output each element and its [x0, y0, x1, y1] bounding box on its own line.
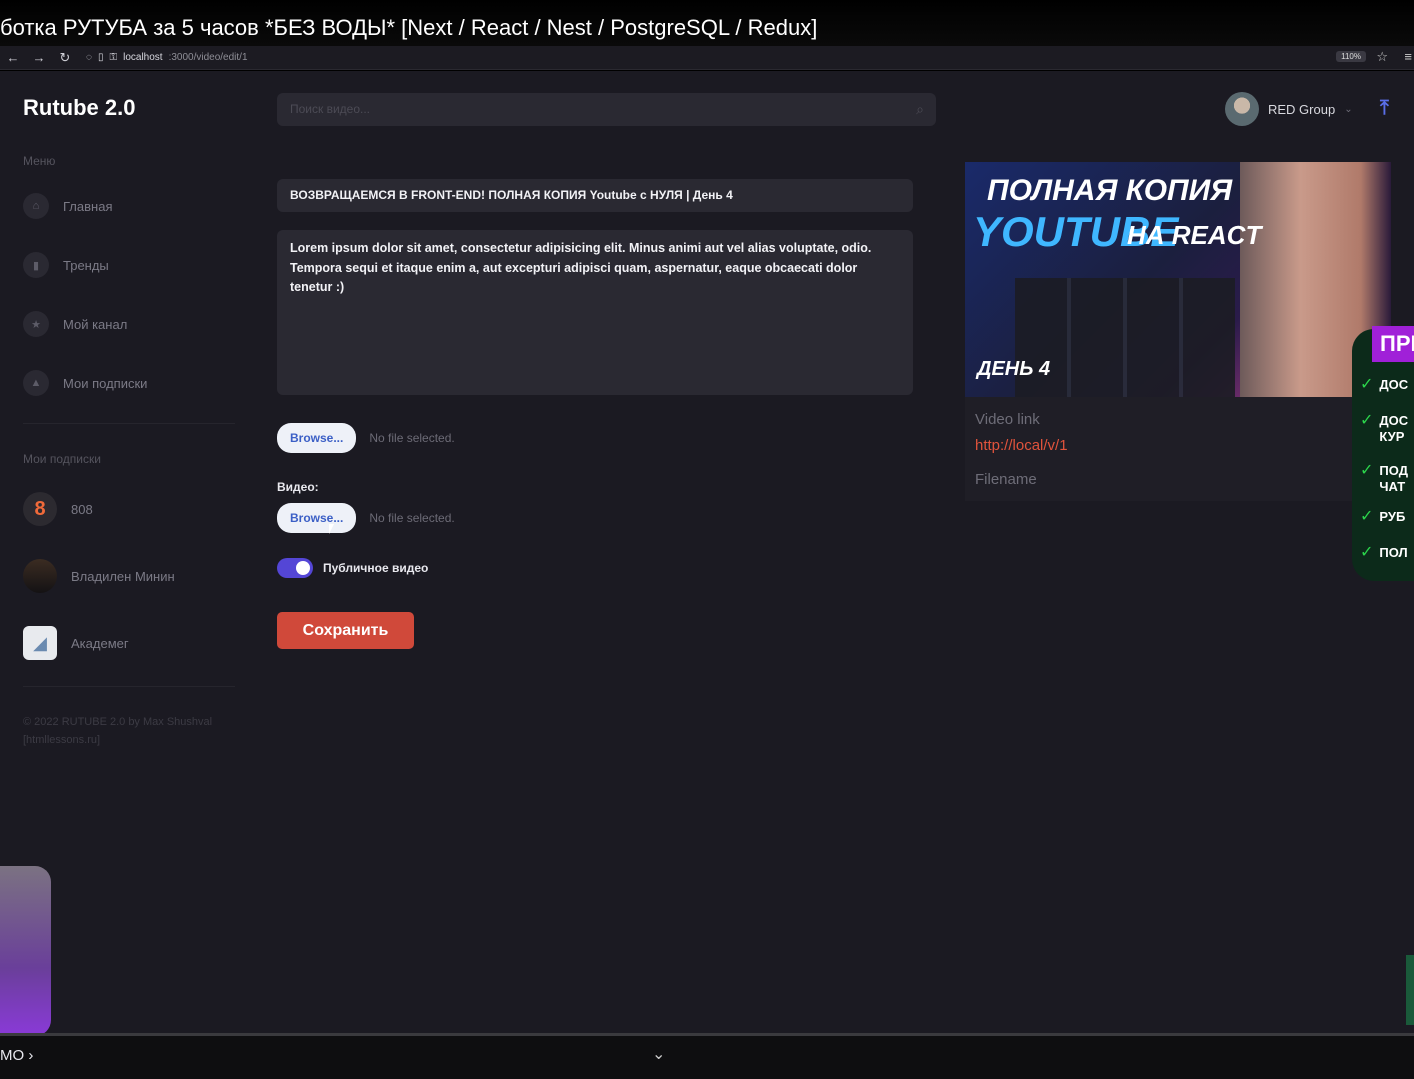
subscription-akademeg[interactable]: ◢ Академег — [23, 626, 129, 660]
chevron-down-icon: ⌄ — [1344, 103, 1353, 115]
promo-item-text: РУБ — [1379, 509, 1406, 524]
back-icon[interactable]: ← — [0, 50, 26, 65]
sidebar-item-subscriptions[interactable]: ▲ Мои подписки — [23, 370, 147, 396]
sidebar-item-label: Тренды — [63, 257, 109, 273]
toggle-knob — [296, 561, 310, 575]
bottom-left-label[interactable]: MO › — [0, 1047, 33, 1064]
browse-thumbnail-button[interactable]: Browse... — [277, 423, 357, 453]
promo-item-text: ДОС КУР — [1379, 413, 1409, 444]
avatar — [23, 559, 57, 593]
video-thumbnail: ПОЛНАЯ КОПИЯ YOUTUBE НА REACT ДЕНЬ 4 — [965, 162, 1391, 397]
thumbnail-file-input: Browse... No file selected. — [277, 423, 455, 453]
no-file-text: No file selected. — [369, 431, 455, 445]
sidebar-item-my-channel[interactable]: ★ Мой канал — [23, 311, 127, 337]
upload-icon[interactable]: ⤒ — [1380, 97, 1389, 120]
url-host: localhost — [123, 52, 163, 63]
promo-item: ✓ ДОС КУР — [1360, 412, 1409, 445]
sidebar-item-label: Главная — [63, 198, 113, 214]
forward-icon[interactable]: → — [26, 50, 52, 65]
edge-strip — [1406, 955, 1414, 1025]
promo-item-text: ПОД ЧАТ — [1379, 463, 1408, 494]
avatar: ◢ — [23, 626, 57, 660]
copyright-line: © 2022 RUTUBE 2.0 by Max Shushval — [23, 716, 213, 728]
video-file-input: Browse... No file selected. — [277, 503, 455, 533]
search-placeholder: Поиск видео... — [290, 102, 371, 116]
subscription-label: Владилен Минин — [71, 568, 175, 584]
divider — [23, 423, 235, 424]
promo-item: ✓ ПОЛ — [1360, 545, 1408, 561]
thumbnail-text: ДЕНЬ 4 — [977, 358, 1051, 380]
check-icon: ✓ — [1360, 508, 1374, 525]
menu-icon[interactable]: ≡ — [1404, 49, 1412, 64]
public-toggle-row: Публичное видео — [277, 558, 428, 578]
chart-icon: ▮ — [23, 252, 49, 278]
subscriptions-icon: ▲ — [23, 370, 49, 396]
save-button[interactable]: Сохранить — [277, 612, 414, 649]
check-icon: ✓ — [1360, 412, 1374, 429]
progress-bar[interactable] — [0, 1033, 1414, 1036]
subscription-808[interactable]: 8 808 — [23, 492, 93, 526]
chevron-down-icon[interactable]: ⌄ — [652, 1044, 665, 1064]
app: Rutube 2.0 Меню ⌂ Главная ▮ Тренды ★ Мой… — [0, 71, 1414, 1033]
profile-name: RED Group — [1268, 101, 1336, 117]
sidebar-item-label: Мои подписки — [63, 375, 148, 391]
video-label: Видео: — [277, 480, 319, 494]
player-bottom-bar — [0, 1033, 1414, 1079]
check-icon: ✓ — [1360, 544, 1374, 561]
promo-item: ✓ РУБ — [1360, 509, 1405, 525]
copyright: © 2022 RUTUBE 2.0 by Max Shushval [htmll… — [23, 713, 233, 749]
search-icon[interactable]: ⌕ — [916, 93, 924, 126]
browser-toolbar: ← → ↻ ◌ ▯ ⚿ localhost:3000/video/edit/1 … — [0, 46, 1414, 70]
sidebar-item-home[interactable]: ⌂ Главная — [23, 193, 112, 219]
reload-icon[interactable]: ↻ — [52, 50, 78, 66]
zoom-badge[interactable]: 110% — [1336, 51, 1366, 62]
sidebar-item-trends[interactable]: ▮ Тренды — [23, 252, 109, 278]
shield-icon: ◌ — [86, 52, 92, 63]
browse-video-button[interactable]: Browse... — [277, 503, 357, 533]
title-field[interactable]: ВОЗВРАЩАЕМСЯ В FRONT-END! ПОЛНАЯ КОПИЯ Y… — [277, 179, 913, 212]
no-file-text: No file selected. — [369, 511, 455, 525]
video-info: Video link http://local/v/1 Filename — [965, 397, 1391, 501]
subs-section-title: Мои подписки — [23, 452, 101, 466]
logo[interactable]: Rutube 2.0 — [23, 95, 135, 121]
side-card[interactable] — [0, 866, 51, 1036]
thumbnail-text: ПОЛНАЯ КОПИЯ — [987, 174, 1233, 207]
promo-item: ✓ ПОД ЧАТ — [1360, 462, 1408, 495]
check-icon: ✓ — [1360, 376, 1374, 393]
promo-item-text: ДОС — [1379, 377, 1409, 392]
divider — [23, 686, 235, 687]
search-input[interactable]: Поиск видео... ⌕ — [277, 93, 936, 126]
url-path: :3000/video/edit/1 — [168, 52, 248, 63]
video-link[interactable]: http://local/v/1 — [975, 437, 1068, 454]
promo-header: ПРЕ — [1372, 326, 1414, 362]
address-bar[interactable]: ◌ ▯ ⚿ localhost :3000/video/edit/1 — [86, 52, 248, 63]
key-icon: ⚿ — [109, 52, 118, 63]
home-icon: ⌂ — [23, 193, 49, 219]
public-toggle[interactable] — [277, 558, 313, 578]
public-label: Публичное видео — [323, 561, 429, 575]
star-icon: ★ — [23, 311, 49, 337]
video-title: ботка РУТУБА за 5 часов *БЕЗ ВОДЫ* [Next… — [0, 0, 1414, 46]
subscription-vladilen[interactable]: Владилен Минин — [23, 559, 175, 593]
mouse-cursor — [329, 524, 339, 534]
thumbnail-text: НА REACT — [1127, 220, 1262, 250]
subscription-label: Академег — [71, 635, 129, 651]
promo-overlay[interactable]: ✓ ДОС ✓ ДОС КУР ✓ ПОД ЧАТ ✓ РУБ ✓ ПОЛ — [1352, 329, 1414, 581]
copyright-link[interactable]: [htmllessons.ru] — [23, 731, 233, 749]
subscription-label: 808 — [71, 501, 93, 517]
filename-label: Filename — [975, 471, 1037, 488]
sidebar-item-label: Мой канал — [63, 316, 128, 332]
check-icon: ✓ — [1360, 462, 1374, 479]
promo-item: ✓ ДОС — [1360, 377, 1408, 393]
avatar: 8 — [23, 492, 57, 526]
bookmark-star-icon[interactable]: ☆ — [1376, 49, 1388, 65]
profile-menu[interactable]: RED Group ⌄ — [1225, 92, 1353, 126]
video-link-label: Video link — [975, 411, 1040, 428]
description-field[interactable]: Lorem ipsum dolor sit amet, consectetur … — [277, 230, 913, 395]
page-icon: ▯ — [97, 52, 104, 63]
promo-item-text: ПОЛ — [1379, 545, 1408, 560]
avatar — [1225, 92, 1259, 126]
menu-section-title: Меню — [23, 154, 56, 168]
